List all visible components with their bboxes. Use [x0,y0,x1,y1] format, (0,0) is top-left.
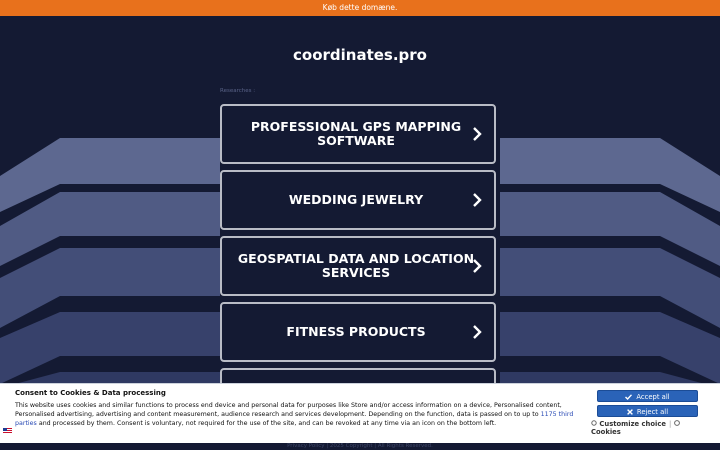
buy-domain-banner[interactable]: Køb dette domæne. [0,0,720,16]
consent-secondary-links: Customize choice | Cookies [591,420,711,436]
cookies-link[interactable]: Cookies [591,428,621,436]
close-icon [627,409,633,415]
researches-label: Researches : [220,88,256,94]
privacy-policy-link[interactable]: Privacy Policy [287,443,324,449]
cookie-icon [674,420,681,426]
consent-title: Consent to Cookies & Data processing [15,389,166,397]
consent-text-tail: and processed by them. Consent is volunt… [36,420,497,427]
chevron-right-icon [473,259,482,273]
consent-text: This website uses cookies and similar fu… [15,401,583,428]
accept-all-button[interactable]: Accept all [597,390,698,402]
link-wedding-jewelry[interactable]: WEDDING JEWELRY [220,170,496,230]
link-label: FITNESS PRODUCTS [286,324,426,339]
gear-icon [591,420,597,426]
chevron-right-icon [473,127,482,141]
footer-links: Privacy Policy | 2025 Copyright | All Ri… [0,443,720,449]
flag-icon[interactable] [3,428,12,434]
link-label: GEOSPATIAL DATA AND LOCATION SERVICES [237,251,475,280]
link-geospatial-data-and-location-services[interactable]: GEOSPATIAL DATA AND LOCATION SERVICES [220,236,496,296]
link-label: WEDDING JEWELRY [288,192,424,207]
link-fitness-products[interactable]: FITNESS PRODUCTS [220,302,496,362]
link-professional-gps-mapping-software[interactable]: PROFESSIONAL GPS MAPPING SOFTWARE [220,104,496,164]
accept-all-label: Accept all [636,393,670,401]
check-icon [625,394,633,400]
reject-all-button[interactable]: Reject all [597,405,698,417]
copyright-text: 2025 Copyright | All Rights Reserved. [329,443,433,449]
domain-title: coordinates.pro [293,46,427,64]
customize-choice-link[interactable]: Customize choice [599,420,666,428]
consent-text-body: This website uses cookies and similar fu… [15,402,562,418]
reject-all-label: Reject all [636,408,669,416]
page: Køb dette domæne. coordinates.pro Resear… [0,0,720,450]
link-separator: | [669,420,672,428]
link-label: PROFESSIONAL GPS MAPPING SOFTWARE [250,119,462,148]
chevron-right-icon [473,325,482,339]
chevron-right-icon [473,193,482,207]
